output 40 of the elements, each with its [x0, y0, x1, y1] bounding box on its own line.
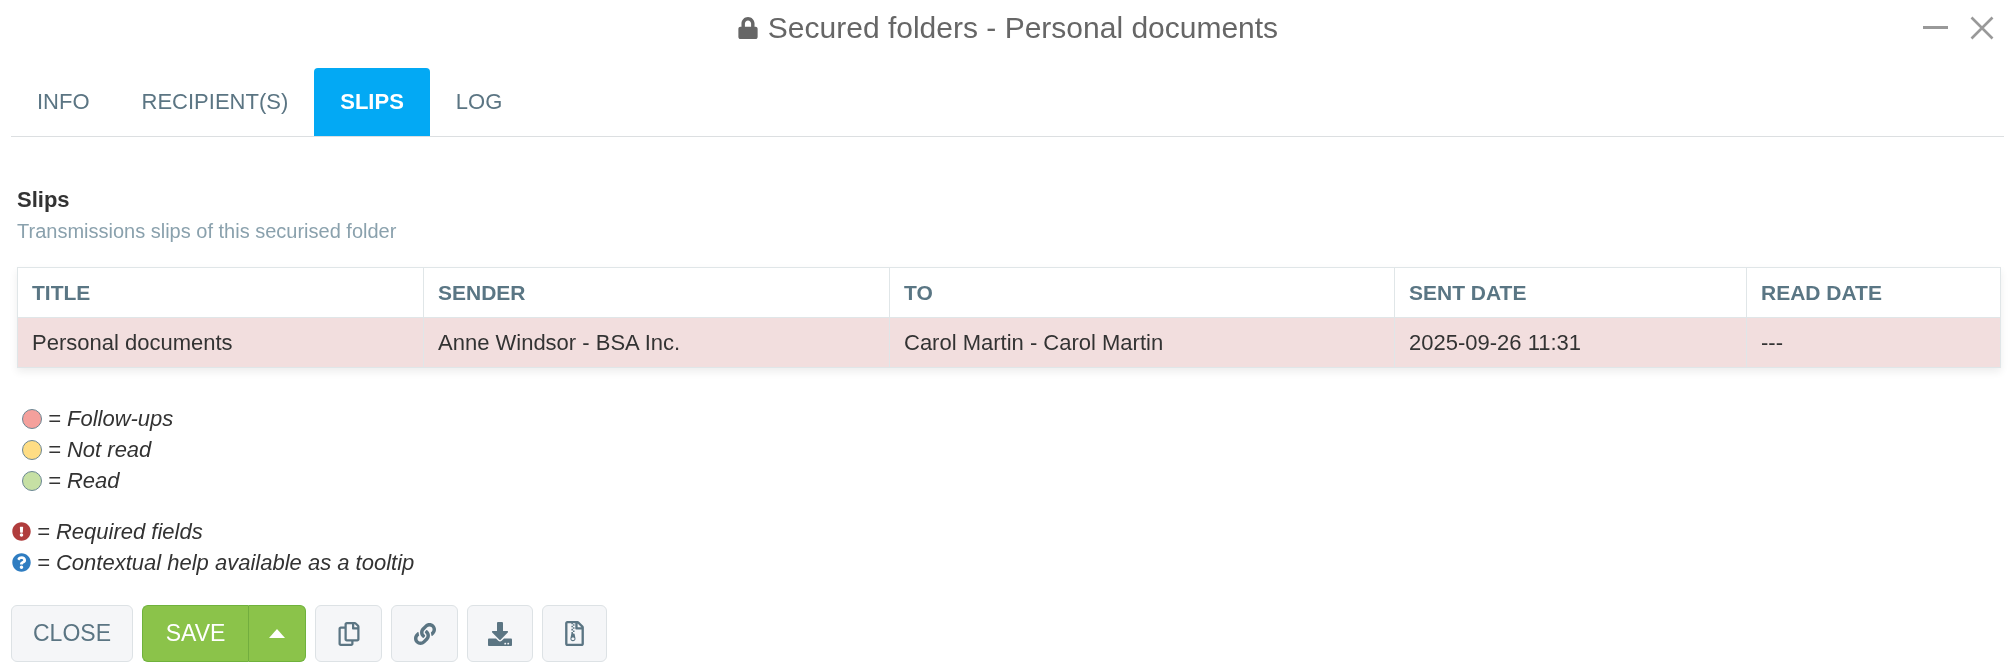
window-title: Secured folders - Personal documents [767, 10, 1279, 45]
minimize-icon [1923, 26, 1948, 29]
help-icon [12, 553, 31, 572]
column-header: TO [889, 267, 1395, 318]
exclamation-icon [12, 522, 31, 541]
close-icon [1970, 15, 1994, 40]
tab[interactable]: RECIPIENT(S) [115, 68, 315, 136]
tab[interactable]: LOG [429, 68, 529, 136]
lock-icon [736, 16, 759, 39]
download-icon [488, 621, 512, 646]
zip-file-button[interactable] [542, 605, 607, 662]
legend-label: = Read [48, 467, 120, 494]
copy-icon [336, 621, 361, 646]
copy-button[interactable] [315, 605, 382, 662]
table-cell: Carol Martin - Carol Martin [889, 317, 1395, 368]
table-row[interactable]: Personal documents Anne Windsor - BSA Inc. Carol Martin - Carol Martin 2025-09-26 11:31 --- [17, 317, 2001, 368]
save-menu-button[interactable] [248, 605, 306, 662]
close-window-button[interactable] [1970, 15, 1994, 40]
close-button[interactable]: CLOSE [11, 605, 133, 662]
caret-icon [269, 629, 285, 638]
column-header: SENDER [423, 267, 890, 318]
zip-file-icon [562, 621, 587, 646]
chain-link-icon [413, 622, 436, 645]
section-subtitle: Transmissions slips of this securised folder [17, 219, 398, 243]
table-cell: --- [1746, 317, 2001, 368]
tab[interactable]: INFO [11, 68, 116, 136]
note-label: = Contextual help available as a tooltip [37, 549, 415, 576]
table-cell: 2025-09-26 11:31 [1394, 317, 1747, 368]
tab[interactable]: SLIPS [314, 68, 430, 136]
link-button[interactable] [391, 605, 458, 662]
legend-label: = Not read [48, 436, 152, 463]
download-button[interactable] [467, 605, 533, 662]
legend-label: = Follow-ups [48, 405, 174, 432]
section-title: Slips [17, 187, 71, 213]
table-cell: Anne Windsor - BSA Inc. [423, 317, 890, 368]
column-header: TITLE [17, 267, 424, 318]
table-cell: Personal documents [17, 317, 424, 368]
column-header: READ DATE [1746, 267, 2001, 318]
column-header: SENT DATE [1394, 267, 1747, 318]
note-label: = Required fields [37, 518, 203, 545]
